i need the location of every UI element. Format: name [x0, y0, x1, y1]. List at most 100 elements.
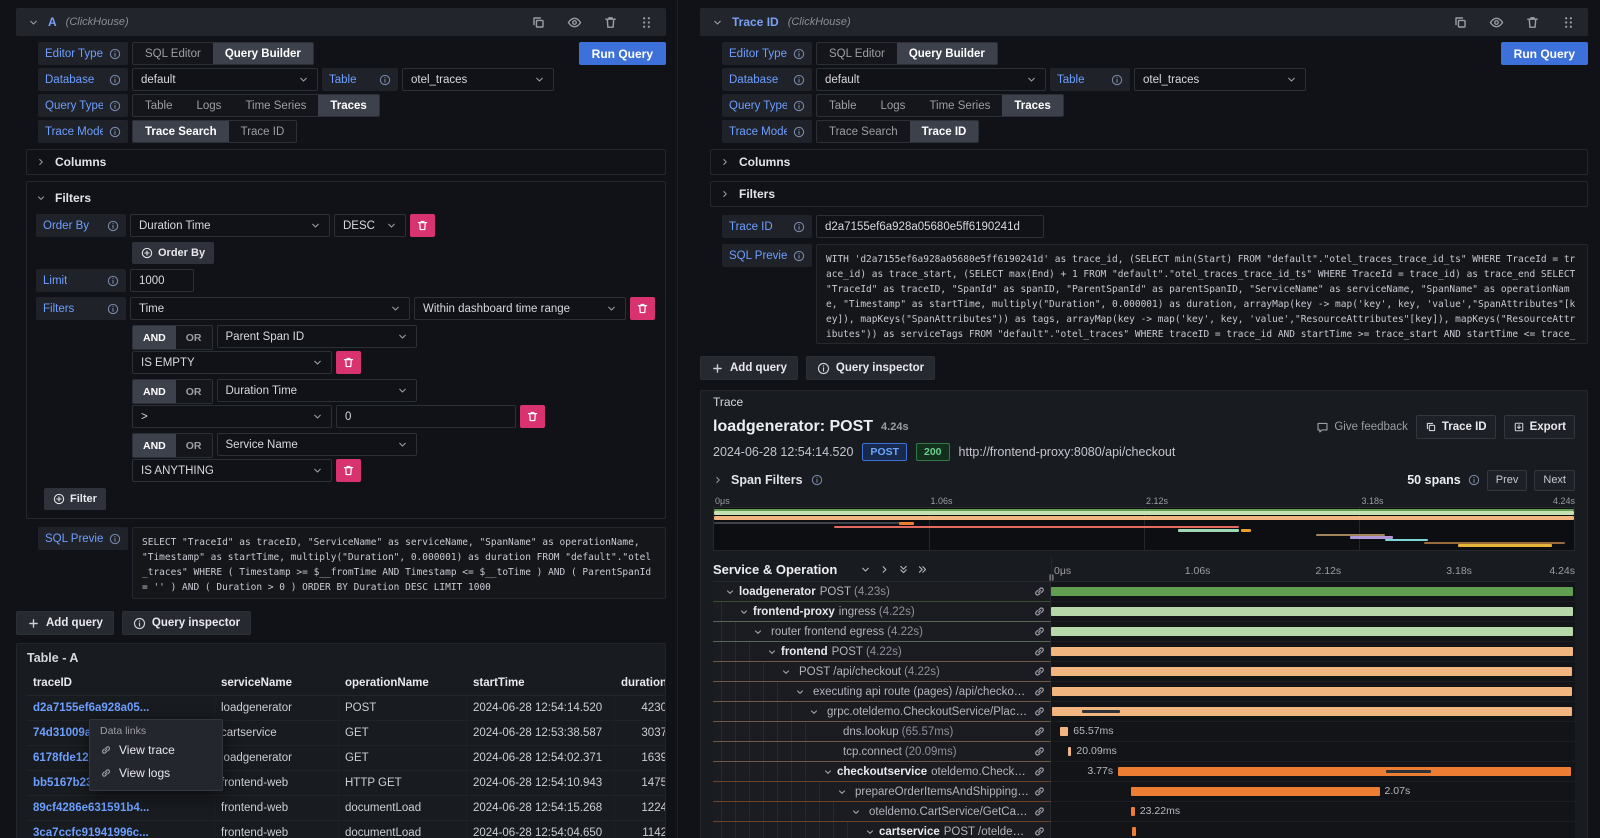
- span-link-icon[interactable]: [1033, 765, 1046, 778]
- columns-section-toggle[interactable]: Columns: [26, 149, 666, 175]
- span-row[interactable]: oteldemo.CartService/GetCart(23.22ms)23.…: [713, 802, 1575, 822]
- span-timeline-cell[interactable]: [1051, 822, 1575, 838]
- span-link-icon[interactable]: [1033, 665, 1046, 678]
- and-option[interactable]: AND: [133, 380, 176, 403]
- expand-one-icon[interactable]: [879, 564, 890, 575]
- span-bar[interactable]: [1132, 827, 1136, 836]
- filters-section-toggle[interactable]: Filters: [710, 181, 1588, 207]
- option-trace-search[interactable]: Trace Search: [817, 121, 910, 142]
- option-sql-editor[interactable]: SQL Editor: [817, 43, 897, 64]
- trace-id-button[interactable]: Trace ID: [1416, 415, 1496, 439]
- trace-id-link[interactable]: 3ca7ccfc91941996c...: [27, 821, 215, 838]
- span-timeline-cell[interactable]: 23.22ms: [1051, 802, 1575, 822]
- option-time-series[interactable]: Time Series: [233, 95, 318, 116]
- span-name-cell[interactable]: tcp.connect(20.09ms): [713, 742, 1051, 762]
- span-timeline-cell[interactable]: 3.77s: [1051, 762, 1575, 782]
- condition-field-select[interactable]: Service Name: [217, 433, 417, 456]
- or-option[interactable]: OR: [176, 434, 212, 457]
- option-trace-id[interactable]: Trace ID: [910, 121, 979, 142]
- span-name-cell[interactable]: prepareOrderItemsAndShippingQuoteFromCar…: [713, 782, 1051, 802]
- chevron-down-icon[interactable]: [725, 587, 735, 597]
- span-bar[interactable]: [1052, 707, 1572, 716]
- span-name-cell[interactable]: grpc.oteldemo.CheckoutService/PlaceOrder…: [713, 702, 1051, 722]
- span-name-cell[interactable]: frontend-proxyingress(4.22s): [713, 602, 1051, 622]
- collapse-panel-icon[interactable]: [28, 17, 39, 28]
- add-filter-button[interactable]: Filter: [44, 488, 106, 510]
- span-timeline-cell[interactable]: [1051, 702, 1575, 722]
- span-name-cell[interactable]: executing api route (pages) /api/checkou…: [713, 682, 1051, 702]
- delete-query-icon[interactable]: [603, 15, 618, 30]
- span-filters-toggle[interactable]: Span Filters: [731, 473, 803, 487]
- database-select[interactable]: default: [816, 68, 1046, 91]
- span-link-icon[interactable]: [1033, 625, 1046, 638]
- column-header-traceID[interactable]: traceID: [27, 671, 215, 696]
- collapse-panel-icon[interactable]: [712, 17, 723, 28]
- order-by-field-select[interactable]: Duration Time: [130, 214, 330, 237]
- span-name-cell[interactable]: checkoutserviceoteldemo.CheckoutService/…: [713, 762, 1051, 782]
- filter-field-select[interactable]: Time: [130, 297, 410, 320]
- span-link-icon[interactable]: [1033, 825, 1046, 838]
- option-time-series[interactable]: Time Series: [917, 95, 1002, 116]
- trace-id-input[interactable]: [816, 215, 1044, 238]
- chevron-down-icon[interactable]: [795, 687, 805, 697]
- condition-field-select[interactable]: Duration Time: [217, 379, 417, 402]
- span-link-icon[interactable]: [1033, 745, 1046, 758]
- order-by-direction-select[interactable]: DESC: [334, 214, 406, 237]
- option-sql-editor[interactable]: SQL Editor: [133, 43, 213, 64]
- or-option[interactable]: OR: [176, 380, 212, 403]
- remove-condition-button[interactable]: [336, 459, 361, 482]
- span-timeline-cell[interactable]: [1051, 622, 1575, 642]
- span-link-icon[interactable]: [1033, 785, 1046, 798]
- table-select[interactable]: otel_traces: [402, 68, 554, 91]
- span-timeline-cell[interactable]: [1051, 582, 1575, 602]
- span-row[interactable]: prepareOrderItemsAndShippingQuoteFromCar…: [713, 782, 1575, 802]
- tooltip-link-view-trace[interactable]: View trace: [100, 738, 212, 761]
- span-name-cell[interactable]: dns.lookup(65.57ms): [713, 722, 1051, 742]
- span-bar[interactable]: [1068, 747, 1071, 756]
- option-table[interactable]: Table: [817, 95, 869, 116]
- export-button[interactable]: Export: [1504, 415, 1575, 439]
- trace-minimap[interactable]: 0μs1.06s2.12s3.18s4.24s: [713, 495, 1575, 551]
- span-bar[interactable]: [1051, 607, 1573, 616]
- chevron-down-icon[interactable]: [809, 707, 819, 717]
- span-bar[interactable]: [1051, 627, 1573, 636]
- trace-id-link[interactable]: d2a7155ef6a928a05...: [27, 696, 215, 721]
- span-bar[interactable]: [1131, 787, 1380, 796]
- span-row[interactable]: tcp.connect(20.09ms)20.09ms: [713, 742, 1575, 762]
- collapse-one-icon[interactable]: [860, 564, 871, 575]
- span-timeline-cell[interactable]: 20.09ms: [1051, 742, 1575, 762]
- span-row[interactable]: executing api route (pages) /api/checkou…: [713, 682, 1575, 702]
- run-query-button[interactable]: Run Query: [579, 42, 666, 65]
- and-option[interactable]: AND: [133, 326, 176, 349]
- column-header-startTime[interactable]: startTime: [467, 671, 615, 696]
- chevron-right-icon[interactable]: [713, 475, 723, 485]
- span-row[interactable]: router frontend egress(4.22s): [713, 622, 1575, 642]
- option-table[interactable]: Table: [133, 95, 185, 116]
- drag-handle-icon[interactable]: [639, 15, 654, 30]
- span-row[interactable]: frontendPOST(4.22s): [713, 642, 1575, 662]
- option-query-builder[interactable]: Query Builder: [213, 43, 313, 64]
- add-query-button[interactable]: Add query: [700, 356, 798, 380]
- collapse-all-icon[interactable]: [898, 564, 909, 575]
- span-bar[interactable]: [1118, 767, 1571, 776]
- option-logs[interactable]: Logs: [185, 95, 234, 116]
- remove-condition-button[interactable]: [520, 405, 545, 428]
- span-timeline-cell[interactable]: [1051, 642, 1575, 662]
- span-name-cell[interactable]: POST /api/checkout(4.22s): [713, 662, 1051, 682]
- span-name-cell[interactable]: router frontend egress(4.22s): [713, 622, 1051, 642]
- remove-filter-button[interactable]: [630, 297, 655, 320]
- span-bar[interactable]: [1051, 647, 1573, 656]
- span-row[interactable]: dns.lookup(65.57ms)65.57ms: [713, 722, 1575, 742]
- span-row[interactable]: frontend-proxyingress(4.22s): [713, 602, 1575, 622]
- span-link-icon[interactable]: [1033, 685, 1046, 698]
- span-link-icon[interactable]: [1033, 585, 1046, 598]
- span-link-icon[interactable]: [1033, 605, 1046, 618]
- toggle-visibility-icon[interactable]: [1489, 15, 1504, 30]
- condition-value-input[interactable]: [336, 405, 516, 428]
- option-trace-search[interactable]: Trace Search: [133, 121, 229, 142]
- column-header-operationName[interactable]: operationName: [339, 671, 467, 696]
- span-bar[interactable]: [1131, 807, 1135, 816]
- give-feedback-link[interactable]: Give feedback: [1316, 421, 1408, 434]
- span-name-cell[interactable]: frontendPOST(4.22s): [713, 642, 1051, 662]
- run-query-button[interactable]: Run Query: [1501, 42, 1588, 65]
